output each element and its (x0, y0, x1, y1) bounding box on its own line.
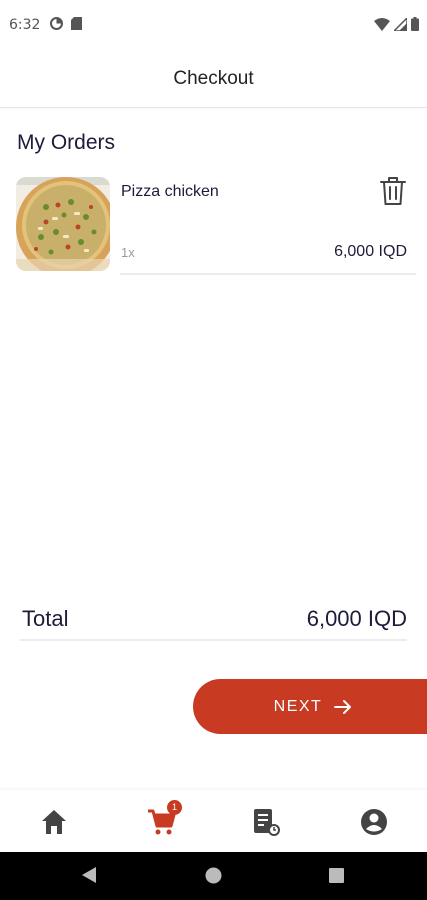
bottom-nav: 1 (0, 790, 427, 852)
sd-card-icon (71, 17, 82, 30)
status-icons-left (50, 17, 82, 30)
my-orders-title: My Orders (17, 131, 116, 154)
total-divider (20, 639, 407, 641)
nav-cart[interactable]: 1 (146, 800, 182, 838)
status-bar: 6:32 (0, 0, 427, 52)
signal-icon (394, 17, 407, 31)
nav-profile[interactable] (358, 806, 390, 838)
total-value: 6,000 IQD (306, 606, 407, 631)
pizza-image (16, 177, 110, 271)
nav-home[interactable] (38, 806, 70, 838)
order-item-price: 6,000 IQD (334, 243, 407, 260)
data-saver-icon (50, 17, 63, 30)
order-item-name: Pizza chicken (121, 183, 219, 200)
account-icon (361, 809, 387, 835)
app-header: Checkout (0, 52, 427, 108)
order-item-divider (120, 273, 416, 275)
status-time: 6:32 (9, 17, 41, 33)
order-history-icon (254, 809, 280, 836)
order-item-quantity: 1x (121, 245, 135, 260)
arrow-right-icon (334, 699, 352, 714)
recents-icon[interactable] (329, 868, 344, 883)
cart-badge: 1 (167, 800, 182, 815)
nav-orders[interactable] (250, 806, 282, 838)
order-item[interactable]: Pizza chicken 1x 6,000 IQD (16, 175, 416, 275)
wifi-icon (374, 17, 390, 31)
page-title: Checkout (173, 68, 254, 89)
status-icons-right (374, 17, 419, 31)
delete-item-button[interactable] (378, 175, 408, 207)
system-nav-bar (0, 852, 427, 900)
home-icon (42, 810, 66, 834)
back-icon[interactable] (81, 866, 97, 884)
next-button[interactable]: NEXT (193, 679, 427, 734)
next-button-label: NEXT (273, 697, 323, 715)
total-label: Total (22, 606, 69, 631)
battery-icon (411, 17, 419, 31)
trash-icon (380, 177, 406, 205)
home-circle-icon[interactable] (205, 867, 222, 884)
